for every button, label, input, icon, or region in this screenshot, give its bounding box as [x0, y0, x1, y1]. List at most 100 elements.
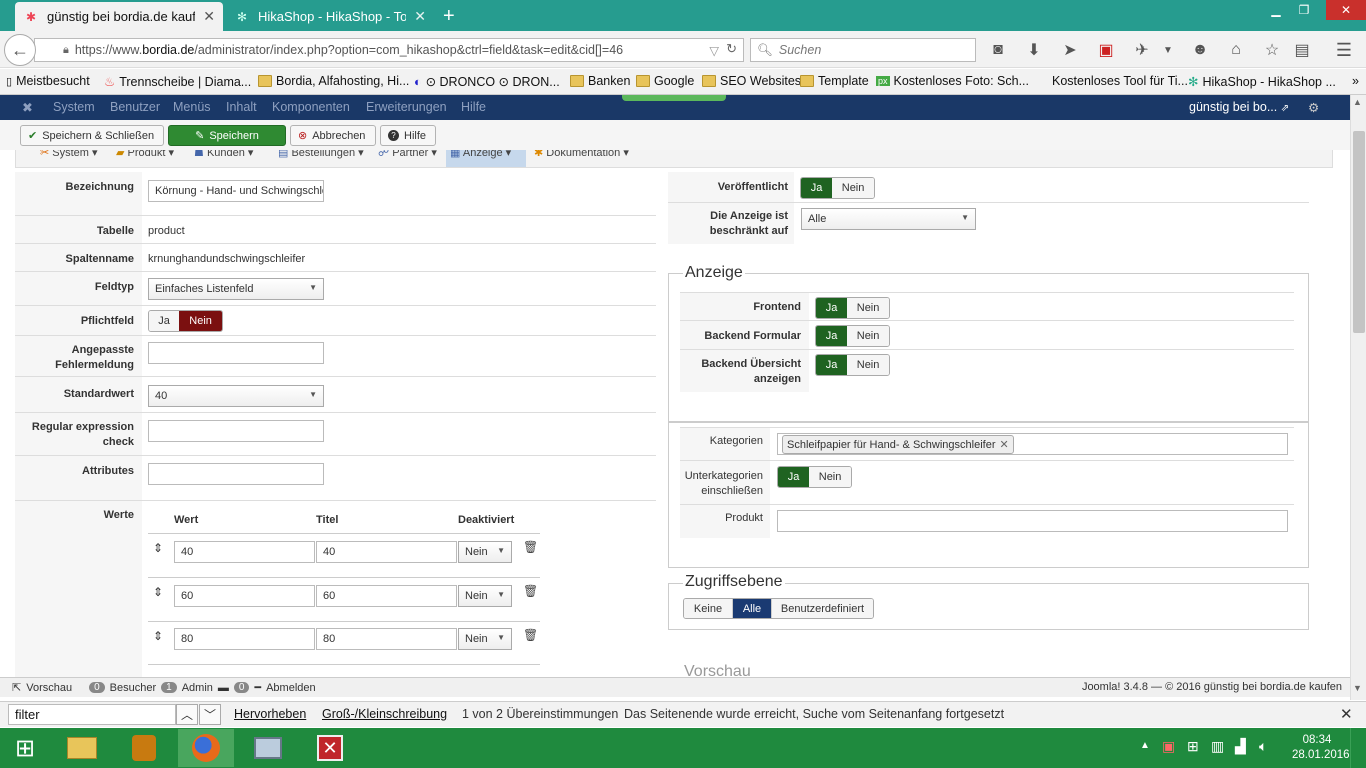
feldtyp-select[interactable]: Einfaches Listenfeld ▼	[148, 278, 324, 300]
remote-desktop-icon[interactable]	[240, 729, 296, 767]
frontend-toggle[interactable]: Ja Nein	[815, 297, 890, 319]
url-bar[interactable]: 🔒︎ https://www.bordia.de/administrator/i…	[34, 38, 744, 62]
close-tab-icon[interactable]: ✕	[414, 8, 426, 25]
close-find-icon[interactable]: ✕	[1340, 705, 1353, 723]
tray-expand-icon[interactable]: ▲	[1140, 740, 1150, 751]
windows-start-icon[interactable]: ⊞	[0, 729, 50, 767]
veroeffentlicht-toggle[interactable]: Ja Nein	[800, 177, 875, 199]
wert-input[interactable]: 40	[174, 541, 315, 563]
save-close-button[interactable]: ✔ Speichern & Schließen	[20, 125, 164, 146]
close-tab-icon[interactable]: ✕	[203, 8, 215, 25]
submenu-bestellungen[interactable]: ▤ Bestellungen ▾	[278, 150, 364, 159]
more-bookmarks-icon[interactable]: »	[1352, 74, 1359, 88]
show-desktop-button[interactable]	[1350, 728, 1366, 768]
help-button[interactable]: ? Hilfe	[380, 125, 436, 146]
menu-benutzer[interactable]: Benutzer	[110, 100, 160, 114]
pflichtfeld-toggle[interactable]: Ja Nein	[148, 310, 223, 332]
vorschau-link[interactable]: Vorschau	[26, 682, 72, 694]
deaktiviert-select[interactable]: Nein ▼	[458, 628, 512, 650]
submenu-anzeige[interactable]: ▦ Anzeige ▾	[450, 150, 511, 159]
save-button[interactable]: ✎ Speichern	[168, 125, 286, 146]
scrollbar-thumb[interactable]	[1353, 131, 1365, 333]
bookmark-item[interactable]: Template	[800, 74, 869, 88]
no-option[interactable]: Nein	[847, 326, 889, 346]
attributes-input[interactable]	[148, 463, 324, 485]
unterkategorien-toggle[interactable]: Ja Nein	[777, 466, 852, 488]
bookmark-item[interactable]: ◐ ⊙ DRONCO ⊙ DRON...	[414, 74, 560, 90]
bookmark-item[interactable]: Google	[636, 74, 694, 88]
pdf-addon-icon[interactable]: ▣	[1096, 40, 1116, 60]
bookmark-item[interactable]: Bordia, Alfahosting, Hi...	[258, 74, 409, 88]
tray-device-icon[interactable]: ▥	[1211, 738, 1224, 755]
menu-erweiterungen[interactable]: Erweiterungen	[366, 100, 447, 114]
drag-handle-icon[interactable]: ⇕	[153, 541, 163, 555]
bookmark-item[interactable]: SEO Websites	[702, 74, 801, 88]
bezeichnung-input[interactable]: Körnung - Hand- und Schwingschleifer	[148, 180, 324, 202]
zugriff-keine[interactable]: Keine	[684, 599, 733, 618]
wert-input[interactable]: 80	[174, 628, 315, 650]
tray-windows-icon[interactable]: ⊞	[1187, 738, 1199, 755]
yes-option[interactable]: Ja	[816, 298, 848, 318]
submenu-partner[interactable]: ☍ Partner ▾	[378, 150, 437, 159]
page-scrollbar[interactable]: ▲ ▼	[1350, 95, 1366, 700]
deaktiviert-select[interactable]: Nein ▼	[458, 585, 512, 607]
submenu-system[interactable]: ✂ System ▾	[40, 150, 98, 159]
highlight-toggle[interactable]: Hervorheben	[234, 707, 306, 721]
pdf-app-icon[interactable]: ✕	[302, 729, 358, 767]
network-icon[interactable]: ▟	[1235, 738, 1246, 755]
submenu-kunden[interactable]: ☗ Kunden ▾	[194, 150, 253, 159]
cancel-button[interactable]: ⊗ Abbrechen	[290, 125, 376, 146]
case-toggle[interactable]: Groß-/Kleinschreibung	[322, 707, 447, 721]
find-next-button[interactable]: ﹀	[199, 704, 221, 725]
yes-option[interactable]: Ja	[801, 178, 833, 198]
file-explorer-icon[interactable]	[54, 729, 110, 767]
no-option[interactable]: Nein	[832, 178, 874, 198]
produkt-input[interactable]	[777, 510, 1288, 532]
pocket-icon[interactable]: ◙	[988, 40, 1008, 60]
bookmark-item[interactable]: ✻ HikaShop - HikaShop ...	[1188, 74, 1336, 90]
bookmark-star-icon[interactable]: ☆	[1262, 40, 1282, 60]
tab-hikashop[interactable]: ✻ HikaShop - HikaShop - To... ✕	[226, 2, 434, 31]
volume-icon[interactable]: 🔈︎	[1259, 738, 1267, 755]
no-option[interactable]: Nein	[179, 311, 222, 331]
gear-icon[interactable]: ⚙	[1308, 100, 1319, 115]
bookmark-item[interactable]: Banken	[570, 74, 630, 88]
submenu-produkt[interactable]: ▰ Produkt ▾	[116, 150, 174, 159]
titel-input[interactable]: 40	[316, 541, 457, 563]
titel-input[interactable]: 80	[316, 628, 457, 650]
find-previous-button[interactable]: ︿	[176, 704, 198, 725]
addon-icon[interactable]: ✈	[1132, 40, 1152, 60]
send-icon[interactable]: ➤	[1060, 40, 1080, 60]
trash-icon[interactable]: 🗑︎	[523, 584, 538, 598]
no-option[interactable]: Nein	[847, 355, 889, 375]
standardwert-select[interactable]: 40 ▼	[148, 385, 324, 407]
restore-icon[interactable]: ❐	[1290, 0, 1318, 20]
notes-app-icon[interactable]	[116, 729, 172, 767]
anzeige-beschraenkt-select[interactable]: Alle ▼	[801, 208, 976, 230]
no-option[interactable]: Nein	[809, 467, 851, 487]
joomla-logo-icon[interactable]: ✖	[22, 100, 33, 116]
new-tab-icon[interactable]: +	[443, 5, 455, 28]
search-input[interactable]: 🔍︎ Suchen	[750, 38, 976, 62]
bookmark-item[interactable]: ▯ Meistbesucht	[6, 74, 90, 88]
zugriff-alle[interactable]: Alle	[733, 599, 772, 618]
firefox-icon[interactable]	[178, 729, 234, 767]
wert-input[interactable]: 60	[174, 585, 315, 607]
back-button[interactable]: ←	[4, 34, 36, 66]
trash-icon[interactable]: 🗑︎	[523, 628, 538, 642]
preview-icon[interactable]: ⇱	[12, 681, 21, 694]
scroll-up-icon[interactable]: ▲	[1353, 97, 1362, 107]
yes-option[interactable]: Ja	[778, 467, 810, 487]
chevron-down-icon[interactable]: ▼	[1158, 40, 1178, 60]
bookmark-item[interactable]: px Kostenloses Foto: Sch...	[876, 74, 1029, 88]
yes-option[interactable]: Ja	[816, 326, 848, 346]
menu-komponenten[interactable]: Komponenten	[272, 100, 350, 114]
minimize-icon[interactable]: ▁	[1262, 0, 1290, 20]
zugriff-benutzerdefiniert[interactable]: Benutzerdefiniert	[772, 599, 873, 618]
scroll-down-icon[interactable]: ▼	[1353, 683, 1362, 693]
close-window-icon[interactable]: ✕	[1326, 0, 1366, 20]
chat-icon[interactable]: ☻	[1190, 40, 1210, 60]
drag-handle-icon[interactable]: ⇕	[153, 585, 163, 599]
no-option[interactable]: Nein	[847, 298, 889, 318]
home-icon[interactable]: ⌂	[1226, 40, 1246, 60]
